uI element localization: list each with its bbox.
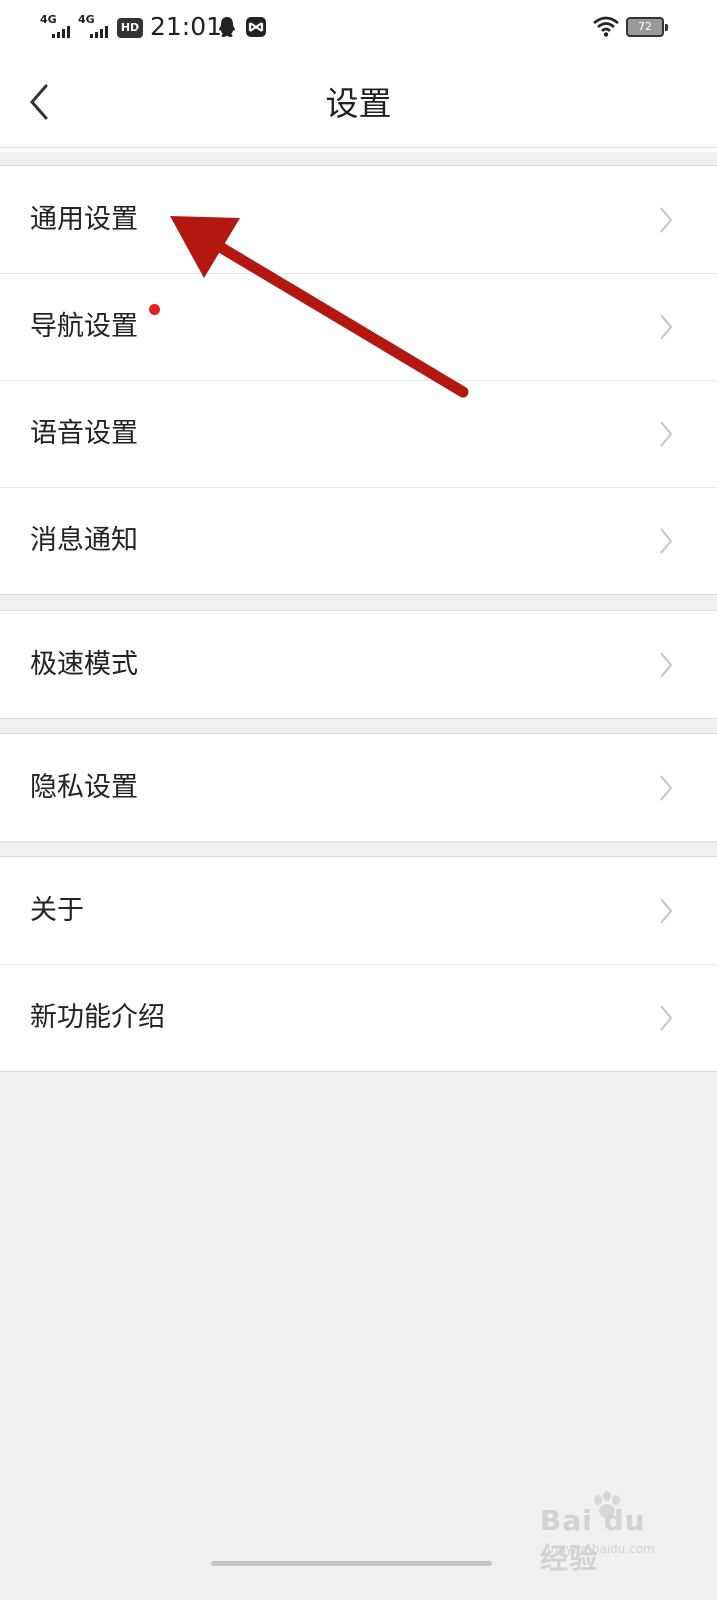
capcut-icon bbox=[246, 17, 266, 37]
watermark-url: jingyan.baidu.com bbox=[544, 1542, 655, 1556]
row-label: 新功能介绍 bbox=[30, 1002, 165, 1033]
nav-bar: 设置 bbox=[0, 52, 717, 148]
settings-group-about: 关于 新功能介绍 bbox=[0, 856, 717, 1072]
row-label: 关于 bbox=[30, 894, 84, 926]
row-label: 消息通知 bbox=[30, 525, 138, 556]
row-speed-mode[interactable]: 极速模式 bbox=[0, 611, 717, 718]
row-general-settings[interactable]: 通用设置 bbox=[0, 166, 717, 273]
chevron-right-icon bbox=[660, 651, 673, 678]
chevron-right-icon bbox=[660, 206, 673, 233]
row-label: 通用设置 bbox=[30, 203, 138, 235]
hd-voice-sub: 2 bbox=[136, 28, 142, 38]
baidu-jingyan-watermark: Bai du 经验 jingyan.baidu.com bbox=[540, 1490, 680, 1575]
network-type-1: 4G bbox=[40, 13, 57, 26]
home-indicator[interactable] bbox=[211, 1561, 492, 1566]
row-message-notifications[interactable]: 消息通知 bbox=[0, 487, 717, 594]
page-title: 设置 bbox=[325, 84, 392, 123]
chevron-right-icon bbox=[660, 528, 673, 554]
chevron-right-icon bbox=[660, 421, 673, 447]
network-type-2: 4G bbox=[78, 13, 95, 26]
notification-badge-dot bbox=[149, 304, 160, 315]
settings-group-speed: 极速模式 bbox=[0, 610, 717, 719]
row-label: 隐私设置 bbox=[30, 771, 138, 803]
watermark-text: Bai du 经验 bbox=[540, 1504, 646, 1575]
row-privacy-settings[interactable]: 隐私设置 bbox=[0, 734, 717, 841]
status-time: 21:01 bbox=[150, 12, 223, 41]
row-label: 导航设置 bbox=[30, 311, 138, 342]
status-bar: 4G 4G HD 2 21:01 72 bbox=[0, 0, 717, 52]
row-about[interactable]: 关于 bbox=[0, 857, 717, 964]
settings-group-basic: 通用设置 导航设置 语音设置 消息通知 bbox=[0, 165, 717, 595]
chevron-right-icon bbox=[660, 897, 673, 924]
battery-icon: 72 bbox=[626, 17, 668, 37]
row-new-features[interactable]: 新功能介绍 bbox=[0, 964, 717, 1071]
cellular-signal-1-icon: 4G bbox=[40, 14, 74, 38]
row-voice-settings[interactable]: 语音设置 bbox=[0, 380, 717, 487]
settings-screen: 4G 4G HD 2 21:01 72 设置 通用设置 导航设置 语音设置 消息… bbox=[0, 0, 717, 1600]
row-navigation-settings[interactable]: 导航设置 bbox=[0, 273, 717, 380]
chevron-right-icon bbox=[660, 1005, 673, 1031]
qq-icon bbox=[219, 17, 235, 37]
cellular-signal-2-icon: 4G bbox=[78, 14, 112, 38]
chevron-right-icon bbox=[660, 314, 673, 340]
wifi-icon bbox=[593, 16, 619, 37]
row-label: 语音设置 bbox=[30, 418, 138, 449]
row-label: 极速模式 bbox=[30, 648, 138, 680]
chevron-right-icon bbox=[660, 774, 673, 801]
settings-group-privacy: 隐私设置 bbox=[0, 733, 717, 842]
